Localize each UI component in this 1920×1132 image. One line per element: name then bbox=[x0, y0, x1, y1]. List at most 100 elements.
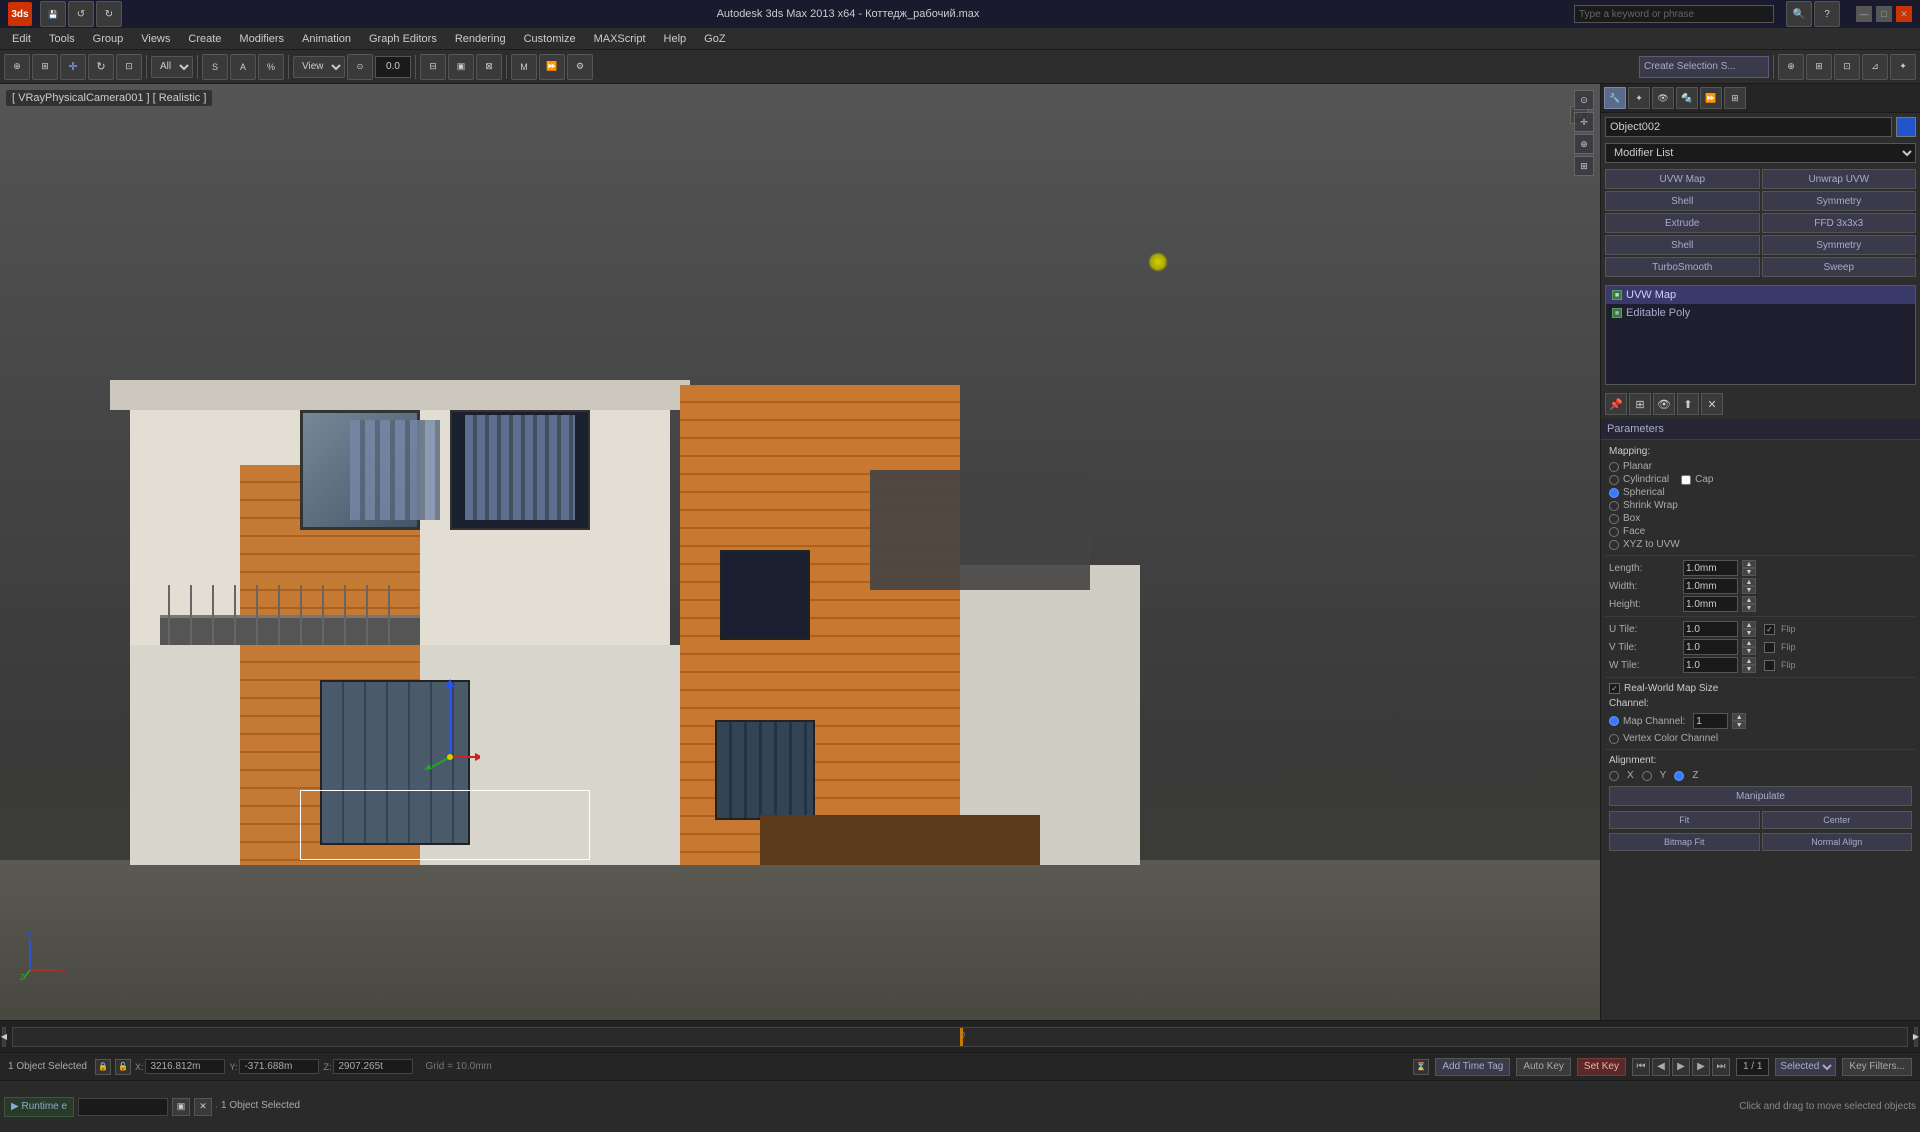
snap-toggle-btn[interactable]: S bbox=[202, 54, 228, 80]
runtime-btn[interactable]: ▶ Runtime e bbox=[4, 1097, 74, 1117]
next-frame-btn[interactable]: ▶ bbox=[1692, 1058, 1710, 1076]
wtile-up[interactable]: ▲ bbox=[1742, 657, 1756, 665]
object-name-input[interactable] bbox=[1605, 117, 1892, 137]
menu-create[interactable]: Create bbox=[180, 31, 229, 47]
bitmap-fit-btn[interactable]: Bitmap Fit bbox=[1609, 833, 1760, 851]
menu-modifiers[interactable]: Modifiers bbox=[231, 31, 292, 47]
menu-customize[interactable]: Customize bbox=[516, 31, 584, 47]
radio-box[interactable]: Box bbox=[1609, 513, 1912, 524]
utile-up[interactable]: ▲ bbox=[1742, 621, 1756, 629]
stack-active-in-viewport-btn[interactable]: 👁 bbox=[1653, 393, 1675, 415]
position-lock-btn[interactable]: 🔒 bbox=[95, 1059, 111, 1075]
radio-shrinkwrap[interactable]: Shrink Wrap bbox=[1609, 500, 1912, 511]
u-flip-checkbox[interactable] bbox=[1764, 624, 1775, 635]
timeline-next-btn[interactable]: ▶ bbox=[1914, 1027, 1918, 1047]
radio-cylindrical[interactable]: Cylindrical Cap bbox=[1609, 474, 1912, 485]
toolbar-extra-1[interactable]: ⊕ bbox=[1778, 54, 1804, 80]
utile-down[interactable]: ▼ bbox=[1742, 629, 1756, 637]
radio-xyz-uvw[interactable]: XYZ to UVW bbox=[1609, 539, 1912, 550]
toolbar-extra-3[interactable]: ⊡ bbox=[1834, 54, 1860, 80]
angle-snap-btn[interactable]: A bbox=[230, 54, 256, 80]
minimize-button[interactable]: — bbox=[1856, 6, 1872, 22]
stack-show-all-btn[interactable]: ⊞ bbox=[1629, 393, 1651, 415]
normal-align-btn[interactable]: Normal Align bbox=[1762, 833, 1913, 851]
time-lock-btn[interactable]: ⌛ bbox=[1413, 1059, 1429, 1075]
fit-btn[interactable]: Fit bbox=[1609, 811, 1760, 829]
toolbar-extra-2[interactable]: ⊞ bbox=[1806, 54, 1832, 80]
stack-delete-btn[interactable]: ✕ bbox=[1701, 393, 1723, 415]
vtile-input[interactable] bbox=[1683, 639, 1738, 655]
height-up[interactable]: ▲ bbox=[1742, 596, 1756, 604]
menu-tools[interactable]: Tools bbox=[41, 31, 83, 47]
move-tool-btn[interactable]: ✛ bbox=[60, 54, 86, 80]
map-channel-down[interactable]: ▼ bbox=[1732, 721, 1746, 729]
modifier-list-select[interactable]: Modifier List bbox=[1605, 143, 1916, 163]
menu-goz[interactable]: GoZ bbox=[696, 31, 733, 47]
menu-help[interactable]: Help bbox=[656, 31, 695, 47]
wtile-down[interactable]: ▼ bbox=[1742, 665, 1756, 673]
radio-planar[interactable]: Planar bbox=[1609, 461, 1912, 472]
prev-frame-btn[interactable]: ◀ bbox=[1652, 1058, 1670, 1076]
next-key-btn[interactable]: ⏭ bbox=[1712, 1058, 1730, 1076]
menu-maxscript[interactable]: MAXScript bbox=[586, 31, 654, 47]
coord-z-val[interactable]: 2907.265t bbox=[333, 1059, 413, 1074]
set-key-btn[interactable]: Set Key bbox=[1577, 1058, 1626, 1076]
select-by-name-btn[interactable]: ⊟ bbox=[420, 54, 446, 80]
key-filters-btn[interactable]: Key Filters... bbox=[1842, 1058, 1912, 1076]
height-down[interactable]: ▼ bbox=[1742, 604, 1756, 612]
scale-tool-btn[interactable]: ⊡ bbox=[116, 54, 142, 80]
menu-rendering[interactable]: Rendering bbox=[447, 31, 514, 47]
radio-vertex-color[interactable]: Vertex Color Channel bbox=[1605, 731, 1916, 746]
key-mode-select[interactable]: Selected bbox=[1775, 1058, 1836, 1076]
stack-move-up-btn[interactable]: ⬆ bbox=[1677, 393, 1699, 415]
radio-spherical[interactable]: Spherical bbox=[1609, 487, 1912, 498]
height-input[interactable] bbox=[1683, 596, 1738, 612]
coord-x-val[interactable]: 3216.812m bbox=[145, 1059, 225, 1074]
coord-y-val[interactable]: -371.688m bbox=[239, 1059, 319, 1074]
length-down[interactable]: ▼ bbox=[1742, 568, 1756, 576]
search-bar[interactable]: Type a keyword or phrase bbox=[1574, 5, 1774, 23]
select-region-btn[interactable]: ⊞ bbox=[32, 54, 58, 80]
transform-type-btn[interactable]: ⊠ bbox=[476, 54, 502, 80]
length-up[interactable]: ▲ bbox=[1742, 560, 1756, 568]
timeline-prev-btn[interactable]: ◀ bbox=[2, 1027, 6, 1047]
search-icon[interactable]: 🔍 bbox=[1786, 1, 1812, 27]
add-time-tag-btn[interactable]: Add Time Tag bbox=[1435, 1058, 1510, 1076]
toolbar-extra-4[interactable]: ⊿ bbox=[1862, 54, 1888, 80]
close-button[interactable]: ✕ bbox=[1896, 6, 1912, 22]
percent-snap-btn[interactable]: % bbox=[258, 54, 284, 80]
menu-group[interactable]: Group bbox=[85, 31, 132, 47]
frame-display[interactable]: 1 / 1 bbox=[1736, 1058, 1769, 1076]
render-btn[interactable]: ⏩ bbox=[539, 54, 565, 80]
coord-sys-btn[interactable]: ⊙ bbox=[347, 54, 373, 80]
material-editor-btn[interactable]: M bbox=[511, 54, 537, 80]
viewport[interactable]: [ VRayPhysicalCamera001 ] [ Realistic ] bbox=[0, 84, 1600, 1020]
auto-key-btn[interactable]: Auto Key bbox=[1516, 1058, 1571, 1076]
stack-item-editablepoly[interactable]: ■ Editable Poly bbox=[1606, 304, 1915, 322]
panel-tab-motion[interactable]: ⏩ bbox=[1700, 87, 1722, 109]
progress-close-btn[interactable]: ✕ bbox=[194, 1098, 212, 1116]
params-header[interactable]: Parameters bbox=[1601, 419, 1920, 440]
panel-tab-hierarchy[interactable]: ⊞ bbox=[1724, 87, 1746, 109]
align-y-label[interactable]: Y bbox=[1660, 770, 1667, 781]
view-select[interactable]: View bbox=[293, 56, 345, 78]
stack-pin-btn[interactable]: 📌 bbox=[1605, 393, 1627, 415]
filter-select[interactable]: All bbox=[151, 56, 193, 78]
modifier-btn-shell-2[interactable]: Shell bbox=[1605, 235, 1760, 255]
play-btn[interactable]: ▶ bbox=[1672, 1058, 1690, 1076]
modifier-btn-shell-1[interactable]: Shell bbox=[1605, 191, 1760, 211]
center-btn[interactable]: Center bbox=[1762, 811, 1913, 829]
quick-access-btn[interactable]: 💾 bbox=[40, 1, 66, 27]
panel-tab-display[interactable]: 👁 bbox=[1652, 87, 1674, 109]
length-input[interactable] bbox=[1683, 560, 1738, 576]
utile-input[interactable] bbox=[1683, 621, 1738, 637]
align-x-label[interactable]: X bbox=[1627, 770, 1634, 781]
width-input[interactable] bbox=[1683, 578, 1738, 594]
select-mode-btn[interactable]: ⊕ bbox=[4, 54, 30, 80]
progress-btn-1[interactable]: ▣ bbox=[172, 1098, 190, 1116]
modifier-btn-uvwmap[interactable]: UVW Map bbox=[1605, 169, 1760, 189]
render-setup-btn[interactable]: ⚙ bbox=[567, 54, 593, 80]
prev-key-btn[interactable]: ⏮ bbox=[1632, 1058, 1650, 1076]
help-btn[interactable]: ? bbox=[1814, 1, 1840, 27]
panel-tab-create[interactable]: ✦ bbox=[1628, 87, 1650, 109]
